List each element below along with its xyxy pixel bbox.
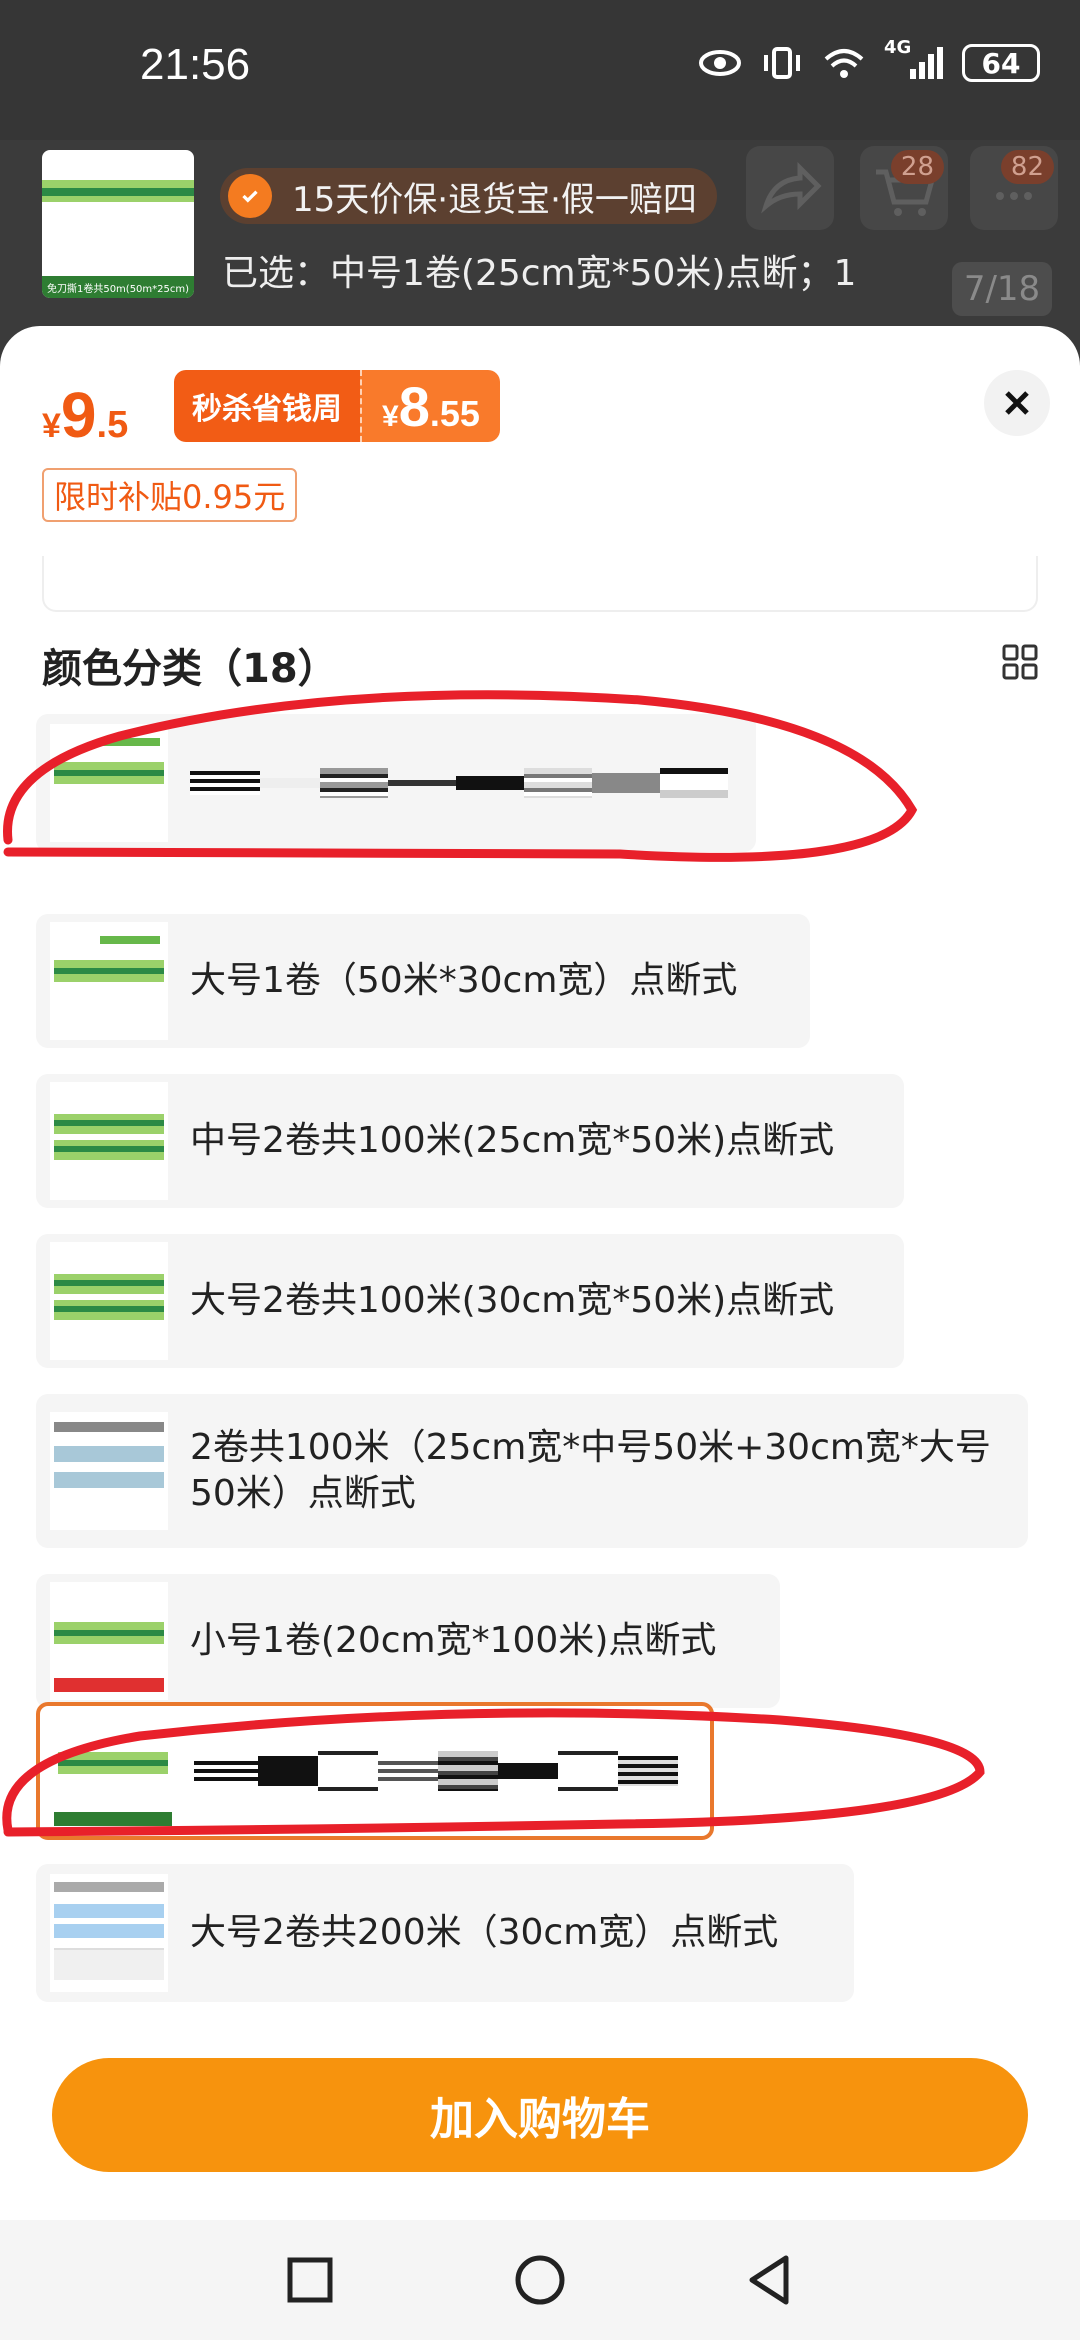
system-nav-bar xyxy=(0,2220,1080,2340)
message-badge: 82 xyxy=(1000,150,1054,184)
thumbnail-caption: 免刀撕1卷共50m(50m*25cm) xyxy=(42,276,194,298)
home-icon[interactable] xyxy=(512,2252,568,2308)
wifi-icon xyxy=(824,49,864,78)
option-thumbnail xyxy=(50,724,168,842)
option-thumbnail xyxy=(50,1582,168,1700)
status-icons: 4G 64 xyxy=(698,37,1040,82)
image-page-indicator: 7/18 xyxy=(952,262,1052,316)
option-thumbnail xyxy=(50,1412,168,1530)
close-button[interactable] xyxy=(984,370,1050,436)
option-thumbnail xyxy=(50,1874,168,1992)
vibrate-icon xyxy=(764,47,800,79)
sku-option-selected[interactable] xyxy=(36,1702,714,1840)
battery-icon: 64 xyxy=(962,44,1040,82)
option-thumbnail xyxy=(50,922,168,1040)
original-price-decimal: .5 xyxy=(96,404,129,446)
message-button[interactable]: 82 xyxy=(970,146,1058,230)
subsidy-tag: 限时补贴0.95元 xyxy=(42,468,298,522)
eye-icon xyxy=(699,50,741,76)
promo-price-integer: 8 xyxy=(398,375,430,438)
original-price-integer: 9 xyxy=(60,379,97,451)
promo-price: ¥ 8 .55 xyxy=(360,370,500,442)
status-time: 21:56 xyxy=(140,40,251,89)
add-to-cart-button[interactable]: 加入购物车 xyxy=(52,2058,1028,2172)
address-card-edge xyxy=(42,556,1038,612)
cart-badge: 28 xyxy=(890,150,944,184)
share-button[interactable] xyxy=(746,146,834,230)
option-thumbnail xyxy=(50,1082,168,1200)
recent-apps-icon[interactable] xyxy=(282,2252,338,2308)
back-icon[interactable] xyxy=(742,2252,798,2308)
option-label: 2卷共100米（25cm宽*中号50米+30cm宽*大号50米）点断式 xyxy=(190,1427,991,1514)
option-thumbnail xyxy=(50,1242,168,1360)
redacted-label xyxy=(194,1741,678,1801)
sku-option[interactable]: 小号1卷(20cm宽*100米)点断式 xyxy=(36,1574,780,1708)
sku-option[interactable]: 大号1卷（50米*30cm宽）点断式 xyxy=(36,914,810,1048)
close-icon xyxy=(1005,391,1029,415)
option-label: 大号2卷共100米(30cm宽*50米)点断式 xyxy=(190,1280,835,1321)
promo-currency-symbol: ¥ xyxy=(382,400,399,433)
share-icon xyxy=(761,161,822,214)
original-price: ¥9.5 xyxy=(42,378,128,452)
sku-option[interactable] xyxy=(36,714,756,852)
sku-option[interactable]: 大号2卷共100米(30cm宽*50米)点断式 xyxy=(36,1234,904,1368)
redacted-label xyxy=(190,753,728,813)
option-thumbnail xyxy=(54,1712,172,1830)
option-label: 小号1卷(20cm宽*100米)点断式 xyxy=(190,1620,717,1661)
currency-symbol: ¥ xyxy=(42,407,61,445)
service-text: 15天价保·退货宝·假一赔四 xyxy=(292,179,697,220)
shield-icon xyxy=(228,174,272,218)
status-bar: 21:56 4G 64 xyxy=(0,0,1080,140)
option-label: 大号1卷（50米*30cm宽）点断式 xyxy=(190,960,738,1001)
option-label: 中号2卷共100米(25cm宽*50米)点断式 xyxy=(190,1120,835,1161)
product-thumbnail[interactable]: 免刀撕1卷共50m(50m*25cm) xyxy=(42,150,194,298)
service-guarantee-pill[interactable]: 15天价保·退货宝·假一赔四 xyxy=(220,168,717,224)
network-type: 4G xyxy=(884,37,912,58)
section-title: 颜色分类（18） xyxy=(42,646,338,692)
promo-price-decimal: .55 xyxy=(429,393,480,434)
promo-label: 秒杀省钱周 xyxy=(174,370,360,442)
selected-variant-text: 已选：中号1卷(25cm宽*50米)点断；1 xyxy=(222,253,857,294)
sku-option[interactable]: 中号2卷共100米(25cm宽*50米)点断式 xyxy=(36,1074,904,1208)
grid-view-icon[interactable] xyxy=(1002,644,1038,680)
promo-price-tag: 秒杀省钱周 ¥ 8 .55 xyxy=(174,370,500,442)
cellular-signal-icon: 4G xyxy=(884,37,944,81)
sku-option[interactable]: 大号2卷共200米（30cm宽）点断式 xyxy=(36,1864,854,2002)
sku-option[interactable]: 2卷共100米（25cm宽*中号50米+30cm宽*大号50米）点断式 xyxy=(36,1394,1028,1548)
cart-button[interactable]: 28 xyxy=(860,146,948,230)
option-label: 大号2卷共200米（30cm宽）点断式 xyxy=(190,1912,779,1953)
sku-selection-sheet: ¥9.5 秒杀省钱周 ¥ 8 .55 限时补贴0.95元 颜色分类（18） 大号… xyxy=(0,326,1080,2230)
battery-level: 64 xyxy=(981,46,1021,80)
